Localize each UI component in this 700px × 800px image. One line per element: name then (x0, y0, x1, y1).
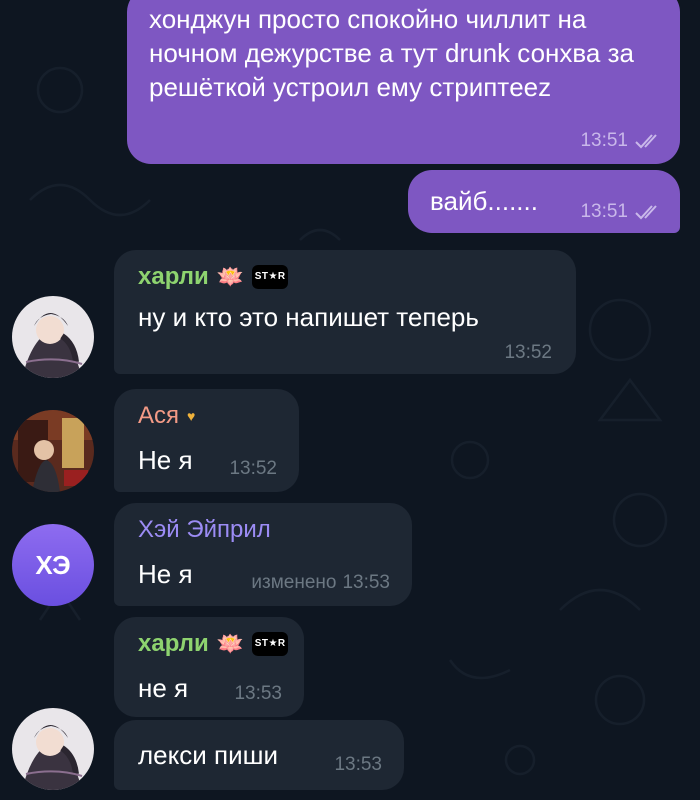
message-meta: 13:51 (580, 130, 664, 152)
double-check-icon (635, 134, 657, 149)
asya-avatar[interactable] (12, 410, 94, 492)
incoming-message[interactable]: харли 🪷 ST★R ну и кто это напишет теперь… (114, 250, 576, 374)
message-time: 13:51 (580, 130, 628, 151)
message-time: 13:53 (334, 754, 382, 775)
message-meta: 13:51 (580, 201, 664, 223)
message-meta: 13:52 (229, 458, 277, 480)
message-text: Не я (138, 559, 193, 589)
sender-name-row[interactable]: харли 🪷 ST★R (138, 629, 289, 659)
incoming-message[interactable]: Хэй Эйприл Не я изменено 13:53 (114, 503, 412, 606)
sender-name-row[interactable]: харли 🪷 ST★R (138, 262, 289, 292)
message-text: Не я (138, 445, 193, 475)
harli-avatar[interactable] (12, 296, 94, 378)
message-text: лекси пиши (138, 740, 279, 770)
outgoing-message[interactable]: хонджун просто спокойно чиллит на ночном… (127, 0, 680, 164)
avatar-initials: ХЭ (35, 549, 71, 580)
sender-name: харли (138, 630, 209, 657)
message-text: вайб....... (430, 186, 538, 216)
anime-avatar-image (12, 708, 94, 790)
message-time: 13:53 (342, 572, 390, 593)
message-meta: 13:52 (504, 342, 552, 364)
message-text: не я (138, 673, 189, 703)
incoming-message[interactable]: лекси пиши 13:53 (114, 720, 404, 790)
sender-name: Ася (138, 402, 180, 429)
sender-name: Хэй Эйприл (138, 516, 271, 543)
edited-label: изменено (251, 572, 337, 593)
double-check-icon (635, 205, 657, 220)
message-time: 13:51 (580, 201, 628, 222)
message-time: 13:53 (234, 683, 282, 704)
sender-name-row[interactable]: Ася ♥ (138, 401, 195, 431)
hey-april-avatar[interactable]: ХЭ (12, 524, 94, 606)
lotus-emoji: 🪷 (216, 631, 245, 656)
sender-name: харли (138, 263, 209, 290)
harli-avatar[interactable] (12, 708, 94, 790)
message-meta: 13:53 (234, 683, 282, 705)
message-text: хонджун просто спокойно чиллит на ночном… (149, 4, 634, 102)
anime-avatar-image (12, 296, 94, 378)
photo-avatar-image (12, 410, 94, 492)
heart-emoji: ♥ (187, 408, 196, 424)
message-time: 13:52 (229, 458, 277, 479)
star-badge: ST★R (252, 265, 289, 289)
message-meta: 13:53 (334, 754, 382, 776)
message-time: 13:52 (504, 342, 552, 363)
incoming-message[interactable]: харли 🪷 ST★R не я 13:53 (114, 617, 304, 717)
message-meta: изменено 13:53 (251, 572, 390, 594)
sender-name-row[interactable]: Хэй Эйприл (138, 515, 271, 545)
star-badge: ST★R (252, 632, 289, 656)
outgoing-message[interactable]: вайб....... 13:51 (408, 170, 680, 233)
incoming-message[interactable]: Ася ♥ Не я 13:52 (114, 389, 299, 492)
lotus-emoji: 🪷 (216, 264, 245, 289)
message-text: ну и кто это напишет теперь (138, 302, 479, 332)
